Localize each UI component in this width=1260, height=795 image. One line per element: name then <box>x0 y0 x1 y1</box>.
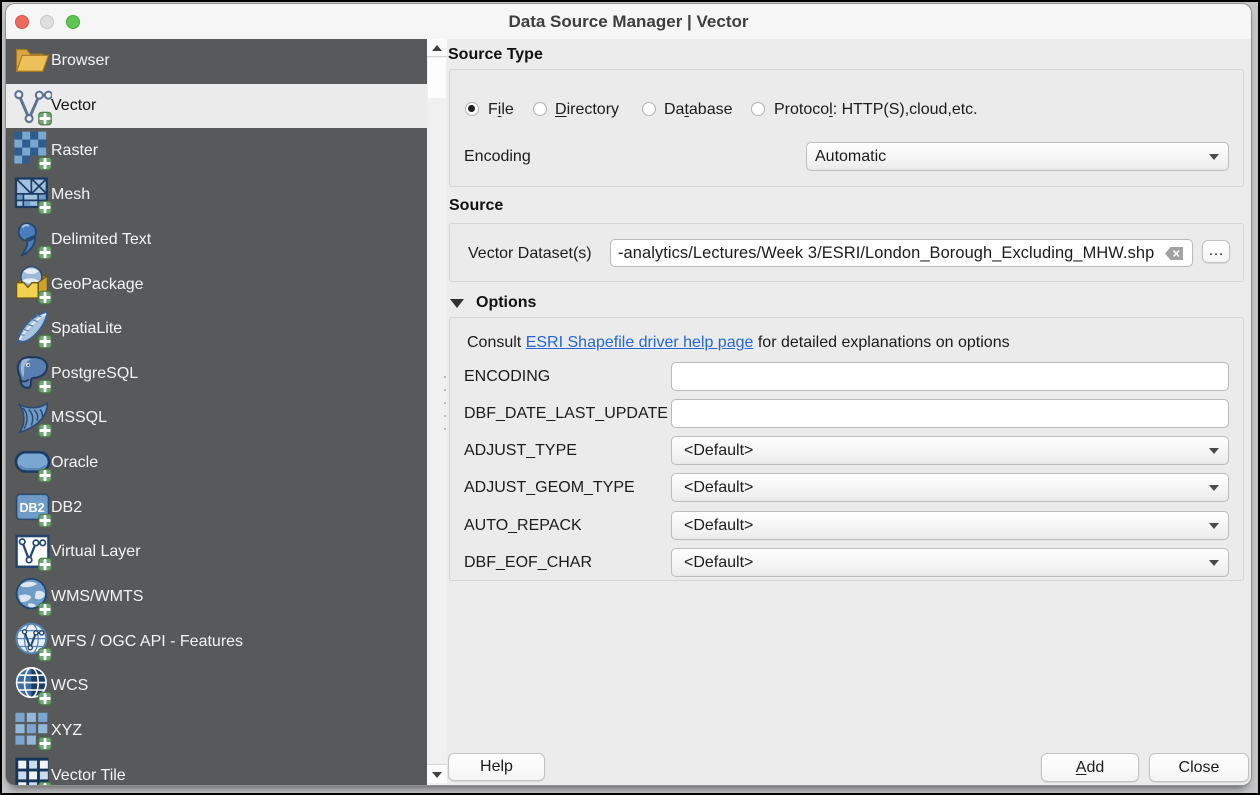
svg-text:DB2: DB2 <box>20 501 45 515</box>
